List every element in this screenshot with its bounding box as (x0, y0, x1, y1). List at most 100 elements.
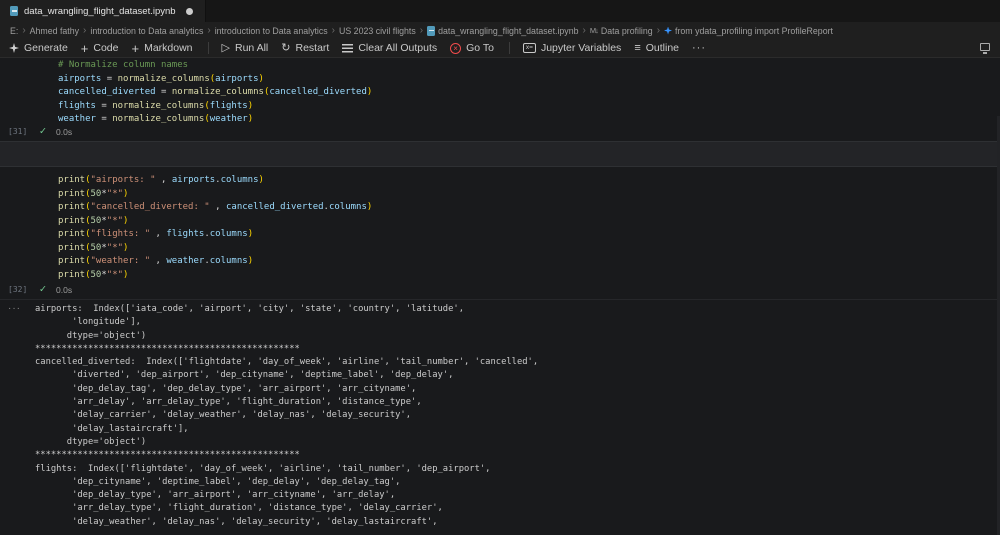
breadcrumb-label: introduction to Data analytics (214, 25, 328, 36)
toolbar-button-label: Restart (295, 42, 330, 54)
code-line: print("airports: " , airports.columns) (58, 175, 264, 185)
breadcrumb-label: Data profiling (600, 25, 653, 36)
code-button[interactable]: + Code (80, 40, 119, 56)
run-all-button[interactable]: ▷ Run All (222, 42, 269, 54)
more-actions-button[interactable]: ··· (692, 42, 706, 54)
code-line: print("flights: " , flights.columns) (58, 229, 254, 239)
kernel-icon[interactable] (980, 43, 990, 54)
cell-status-row: [32] ✓ 0.0s (0, 283, 1000, 299)
breadcrumb-item[interactable]: E: (10, 26, 18, 36)
success-check-icon: ✓ (39, 284, 47, 295)
goto-icon: × (450, 42, 462, 54)
markdown-button[interactable]: + Markdown (131, 40, 193, 56)
vscode-window: data_wrangling_flight_dataset.ipynb E: › A… (0, 0, 1000, 535)
breadcrumb-separator: › (582, 24, 586, 36)
code-line: cancelled_diverted = normalize_columns(c… (58, 87, 373, 97)
output-line: flights: Index(['flightdate', 'day_of_we… (35, 463, 491, 474)
notebook-file-icon (427, 25, 436, 36)
variables-icon: x= (522, 43, 536, 53)
breadcrumb-item[interactable]: US 2023 civil flights (339, 26, 416, 36)
breadcrumb-label: US 2023 civil flights (339, 25, 416, 36)
code-line: weather = normalize_columns(weather) (58, 114, 254, 124)
output-line: dtype='object') (35, 330, 147, 341)
clear-all-outputs-button[interactable]: Clear All Outputs (342, 42, 437, 54)
code-cell-1: # Normalize column names airports = norma… (0, 58, 1000, 142)
breadcrumb-label: E: (10, 25, 19, 36)
toolbar-separator (508, 42, 510, 54)
breadcrumb-label: Ahmed fathy (29, 25, 80, 36)
tab-title: data_wrangling_flight_dataset.ipynb (24, 5, 176, 17)
execution-count: [31] (8, 127, 28, 136)
output-line: 'delay_carrier', 'delay_weather', 'delay… (35, 410, 412, 421)
ellipsis-icon: ··· (692, 42, 707, 54)
output-line: 'delay_weather', 'delay_nas', 'delay_sec… (35, 516, 438, 527)
toolbar-separator (207, 42, 209, 54)
toolbar-button-label: Jupyter Variables (540, 42, 622, 54)
breadcrumb-separator: › (22, 24, 26, 36)
modified-dot-icon (185, 7, 193, 15)
toolbar-button-label: Clear All Outputs (358, 42, 438, 54)
toolbar-button-label: Run All (234, 42, 269, 54)
code-line: print(50*"*") (58, 188, 129, 199)
output-line: 'arr_delay_type', 'flight_duration', 'di… (35, 503, 443, 514)
code-line: airports = normalize_columns(airports) (58, 73, 264, 84)
code-line: print("weather: " , weather.columns) (58, 256, 254, 266)
tab-notebook[interactable]: data_wrangling_flight_dataset.ipynb (0, 0, 206, 22)
breadcrumb-item[interactable]: introduction to Data analytics (90, 26, 203, 36)
output-line: 'dep_delay_type', 'arr_airport', 'arr_ci… (35, 490, 396, 501)
breadcrumb-item[interactable]: Ahmed fathy (30, 26, 79, 36)
breadcrumb-separator: › (419, 24, 424, 36)
toolbar-button-label: Code (93, 42, 119, 54)
notebook-toolbar: Generate + Code + Markdown ▷ Run All ↻ Restart Cl… (0, 39, 1000, 58)
cell-status-row: [31] ✓ 0.0s (0, 125, 1000, 141)
breadcrumb-separator: › (656, 24, 661, 36)
code-symbol-icon (664, 26, 673, 35)
code-line: # Normalize column names (58, 60, 189, 70)
toolbar-button-label: Go To (466, 42, 494, 54)
execution-duration: 0.0s (56, 285, 73, 295)
jupyter-variables-button[interactable]: x= Jupyter Variables (522, 42, 622, 54)
breadcrumb-item[interactable]: M↓ Data profiling (590, 26, 653, 36)
output-line: ****************************************… (35, 450, 300, 461)
breadcrumb-item[interactable]: introduction to Data analytics (215, 26, 328, 36)
code-line: print(50*"*") (58, 269, 129, 280)
plus-icon: + (80, 40, 89, 56)
output-line: dtype='object') (35, 436, 147, 447)
output-line: 'dep_cityname', 'deptime_label', 'dep_de… (35, 476, 401, 487)
breadcrumb-item[interactable]: from ydata_profiling import ProfileRepor… (664, 26, 833, 36)
notebook-file-icon (10, 6, 18, 16)
plus-icon: + (131, 40, 140, 56)
breadcrumb-separator: › (207, 24, 211, 36)
sparkle-icon (9, 43, 19, 53)
breadcrumb-item[interactable]: data_wrangling_flight_dataset.ipynb (427, 25, 579, 36)
toolbar-button-label: Markdown (144, 42, 193, 54)
output-collapse-ellipsis[interactable]: ··· (8, 303, 21, 314)
outline-icon: ≡ (634, 41, 641, 54)
run-icon: ▷ (221, 41, 230, 54)
clear-icon (342, 43, 354, 53)
code-editor-2[interactable]: print("airports: " , airports.columns) pr… (30, 167, 996, 285)
notebook-editor: # Normalize column names airports = norma… (0, 58, 1000, 535)
toolbar-button-label: Generate (24, 42, 68, 54)
execution-count: [32] (8, 285, 28, 294)
code-line: print("cancelled_diverted: " , cancelled… (58, 202, 373, 212)
outline-button[interactable]: ≡ Outline (634, 42, 679, 54)
output-line: 'longitude'], (35, 317, 141, 328)
breadcrumb-separator: › (331, 24, 336, 36)
code-line: print(50*"*") (58, 242, 129, 253)
cell-output: ··· airports: Index(['iata_code', 'airpo… (0, 300, 1000, 535)
code-editor-1[interactable]: # Normalize column names airports = norma… (30, 58, 996, 125)
output-line: 'arr_delay', 'arr_delay_type', 'flight_d… (35, 397, 422, 408)
breadcrumb-label: introduction to Data analytics (90, 25, 204, 36)
output-line: cancelled_diverted: Index(['flightdate',… (35, 357, 539, 368)
toolbar-button-label: Outline (645, 42, 680, 54)
go-to-button[interactable]: × Go To (450, 42, 494, 54)
breadcrumb-separator: › (83, 24, 87, 36)
restart-button[interactable]: ↻ Restart (281, 42, 329, 54)
output-line: 'diverted', 'dep_airport', 'dep_cityname… (35, 370, 454, 381)
success-check-icon: ✓ (39, 126, 47, 137)
output-line: ****************************************… (35, 343, 300, 354)
execution-duration: 0.0s (56, 127, 73, 137)
code-line: flights = normalize_columns(flights) (58, 100, 254, 111)
generate-button[interactable]: Generate (9, 42, 68, 54)
